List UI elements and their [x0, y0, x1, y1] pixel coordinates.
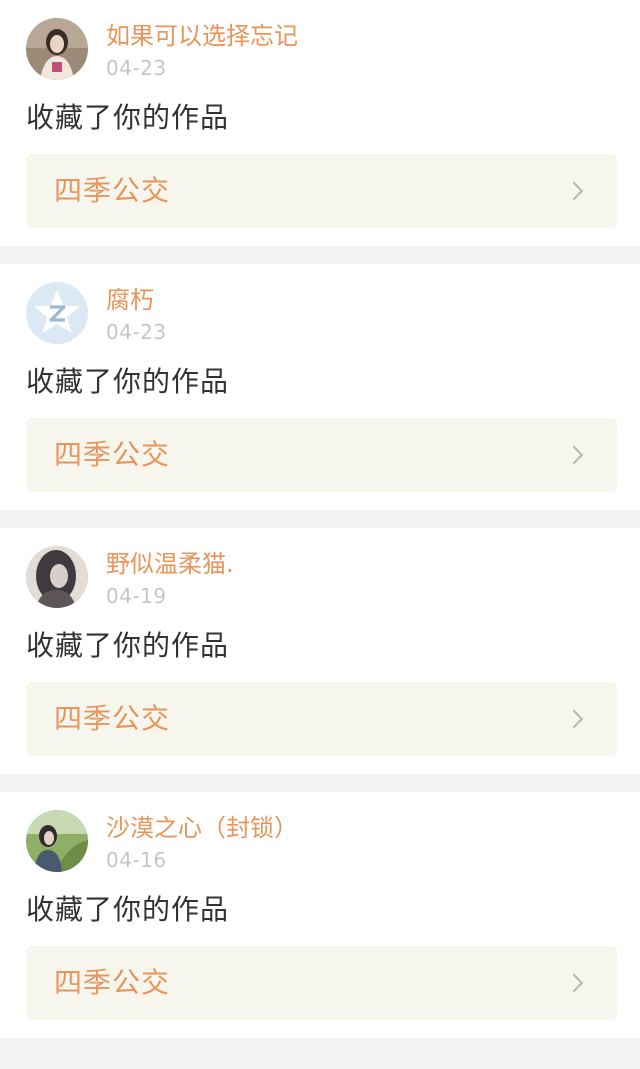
- username[interactable]: 沙漠之心（封锁）: [106, 812, 298, 844]
- username[interactable]: 野似温柔猫.: [106, 548, 234, 580]
- avatar-photo-icon: [26, 810, 88, 872]
- work-title: 四季公交: [54, 702, 171, 735]
- timestamp: 04-16: [106, 848, 167, 872]
- chevron-right-icon: [572, 181, 584, 201]
- work-title: 四季公交: [54, 174, 171, 207]
- work-link-button[interactable]: 四季公交: [26, 946, 617, 1020]
- work-title: 四季公交: [54, 438, 171, 471]
- qzone-default-icon: [26, 282, 88, 344]
- timestamp: 04-23: [106, 320, 167, 344]
- user-avatar[interactable]: [26, 810, 88, 872]
- notification-card: 野似温柔猫. 04-19 收藏了你的作品 四季公交: [0, 528, 640, 774]
- username[interactable]: 如果可以选择忘记: [106, 20, 298, 52]
- user-avatar[interactable]: [26, 546, 88, 608]
- user-avatar[interactable]: [26, 282, 88, 344]
- work-link-button[interactable]: 四季公交: [26, 418, 617, 492]
- chevron-right-icon: [572, 445, 584, 465]
- avatar-photo-icon: [26, 546, 88, 608]
- action-text: 收藏了你的作品: [26, 101, 230, 134]
- action-text: 收藏了你的作品: [26, 629, 230, 662]
- avatar-photo-icon: [26, 18, 88, 80]
- notification-card: 腐朽 04-23 收藏了你的作品 四季公交: [0, 264, 640, 510]
- username[interactable]: 腐朽: [106, 284, 154, 316]
- work-link-button[interactable]: 四季公交: [26, 154, 617, 228]
- chevron-right-icon: [572, 973, 584, 993]
- timestamp: 04-23: [106, 56, 167, 80]
- timestamp: 04-19: [106, 584, 167, 608]
- chevron-right-icon: [572, 709, 584, 729]
- notification-card: 如果可以选择忘记 04-23 收藏了你的作品 四季公交: [0, 0, 640, 246]
- notification-feed: 如果可以选择忘记 04-23 收藏了你的作品 四季公交 腐朽 04-23 收藏了…: [0, 0, 640, 1038]
- action-text: 收藏了你的作品: [26, 365, 230, 398]
- notification-card: 沙漠之心（封锁） 04-16 收藏了你的作品 四季公交: [0, 792, 640, 1038]
- work-link-button[interactable]: 四季公交: [26, 682, 617, 756]
- work-title: 四季公交: [54, 966, 171, 999]
- action-text: 收藏了你的作品: [26, 893, 230, 926]
- user-avatar[interactable]: [26, 18, 88, 80]
